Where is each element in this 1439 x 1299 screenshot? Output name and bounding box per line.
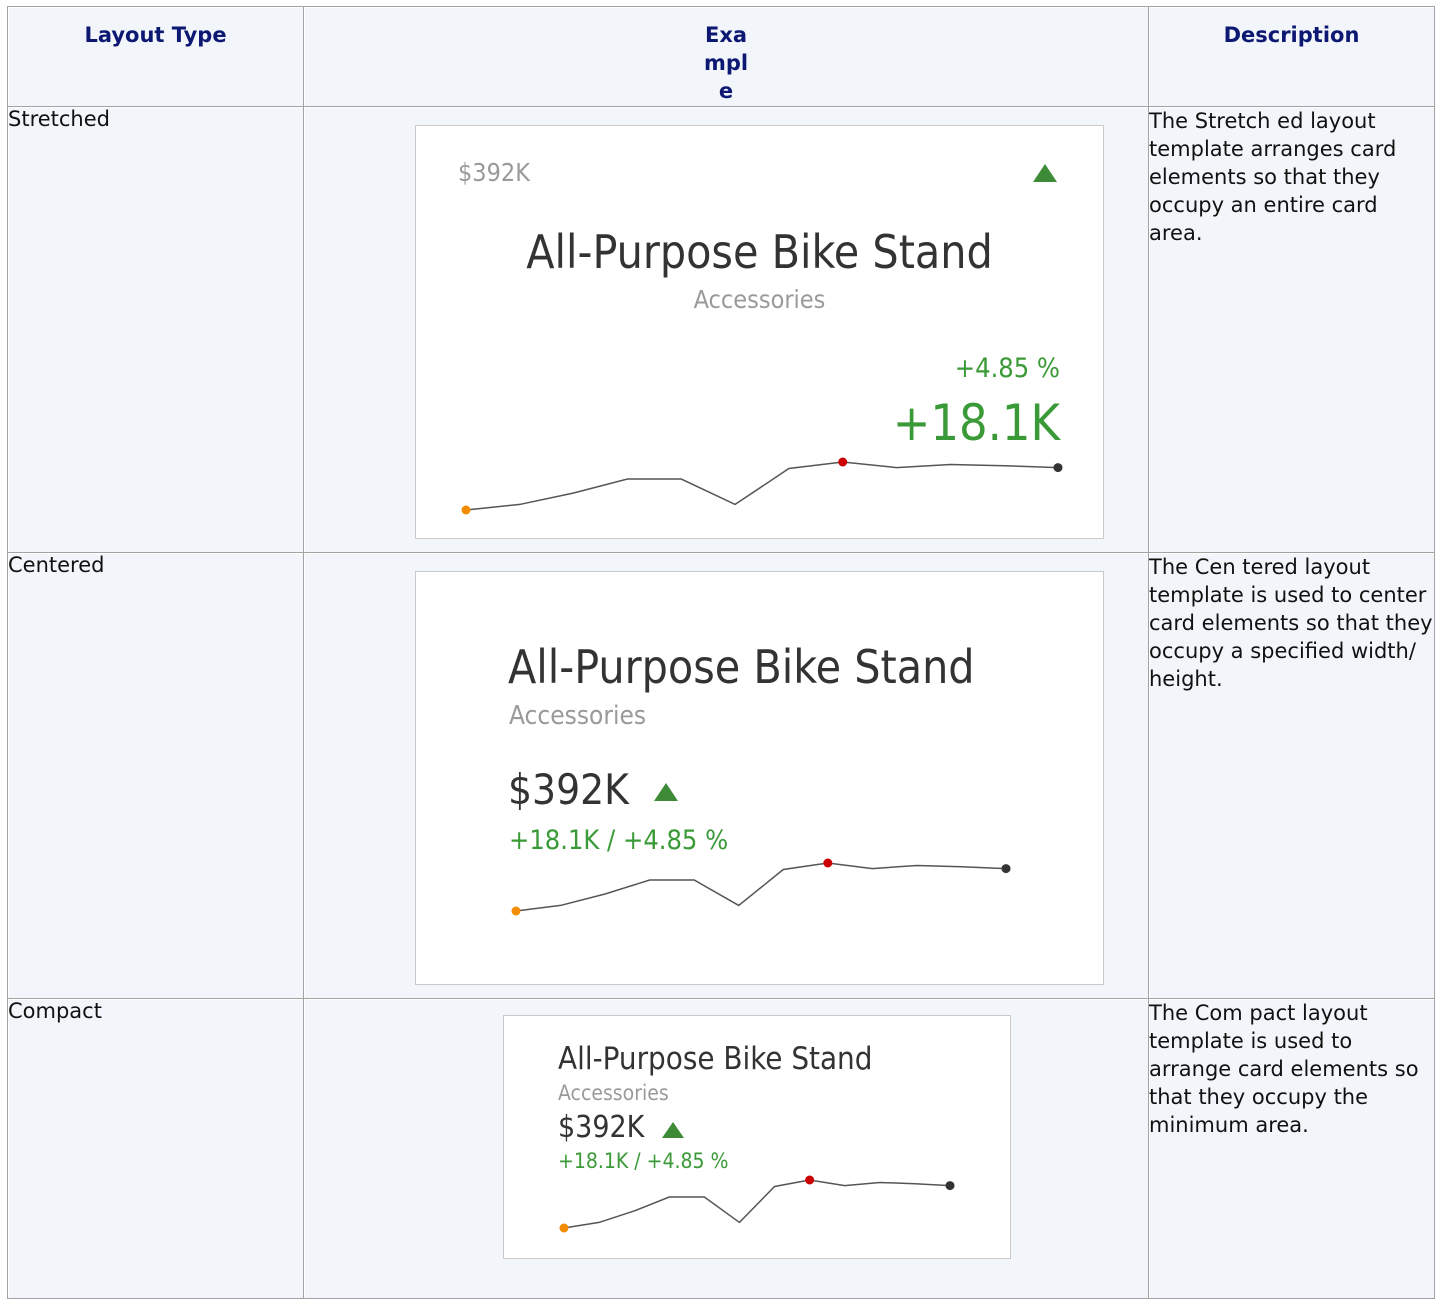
header-example: Example [304, 7, 1149, 107]
sparkline [511, 858, 1011, 916]
example-cell: $392K All-Purpose Bike Stand Accessories… [304, 107, 1149, 553]
description-cell: The Com pact layout template is used to … [1149, 999, 1435, 1299]
header-description: Description [1149, 7, 1435, 107]
layout-type-cell: Compact [8, 999, 304, 1299]
sparkline [461, 457, 1063, 515]
sparkline-path [563, 1179, 951, 1229]
centered-card-example: All-Purpose Bike Stand Accessories $392K… [415, 571, 1104, 985]
table-row-compact: Compact All-Purpose Bike Stand Accessori… [8, 999, 1435, 1299]
example-cell: All-Purpose Bike Stand Accessories $392K… [304, 553, 1149, 999]
compact-card-example: All-Purpose Bike Stand Accessories $392K… [503, 1015, 1011, 1259]
sparkline-start-point [461, 505, 471, 515]
sparkline-max-point [805, 1175, 815, 1185]
sparkline-end-point [1001, 864, 1011, 874]
table-row-stretched: Stretched $392K All-Purpose Bike Stand A… [8, 107, 1435, 553]
sparkline [559, 1175, 955, 1233]
sparkline-start-point [511, 906, 521, 916]
sparkline-end-point [1053, 463, 1063, 473]
header-layout-type: Layout Type [8, 7, 304, 107]
sparkline-max-point [838, 457, 848, 467]
table-row-centered: Centered All-Purpose Bike Stand Accessor… [8, 553, 1435, 999]
table-header-row: Layout Type Example Description [8, 7, 1435, 107]
description-cell: The Stretch ed layout template arranges … [1149, 107, 1435, 553]
sparkline-max-point [823, 858, 833, 868]
description-cell: The Cen tered layout template is used to… [1149, 553, 1435, 999]
sparkline-path [515, 862, 1007, 912]
layout-type-cell: Centered [8, 553, 304, 999]
sparkline-start-point [559, 1223, 569, 1233]
layout-type-cell: Stretched [8, 107, 304, 553]
layout-types-table: Layout Type Example Description Stretche… [7, 6, 1435, 1299]
stretched-card-example: $392K All-Purpose Bike Stand Accessories… [415, 125, 1104, 539]
sparkline-end-point [945, 1181, 955, 1191]
sparkline-path [465, 461, 1059, 511]
example-cell: All-Purpose Bike Stand Accessories $392K… [304, 999, 1149, 1299]
